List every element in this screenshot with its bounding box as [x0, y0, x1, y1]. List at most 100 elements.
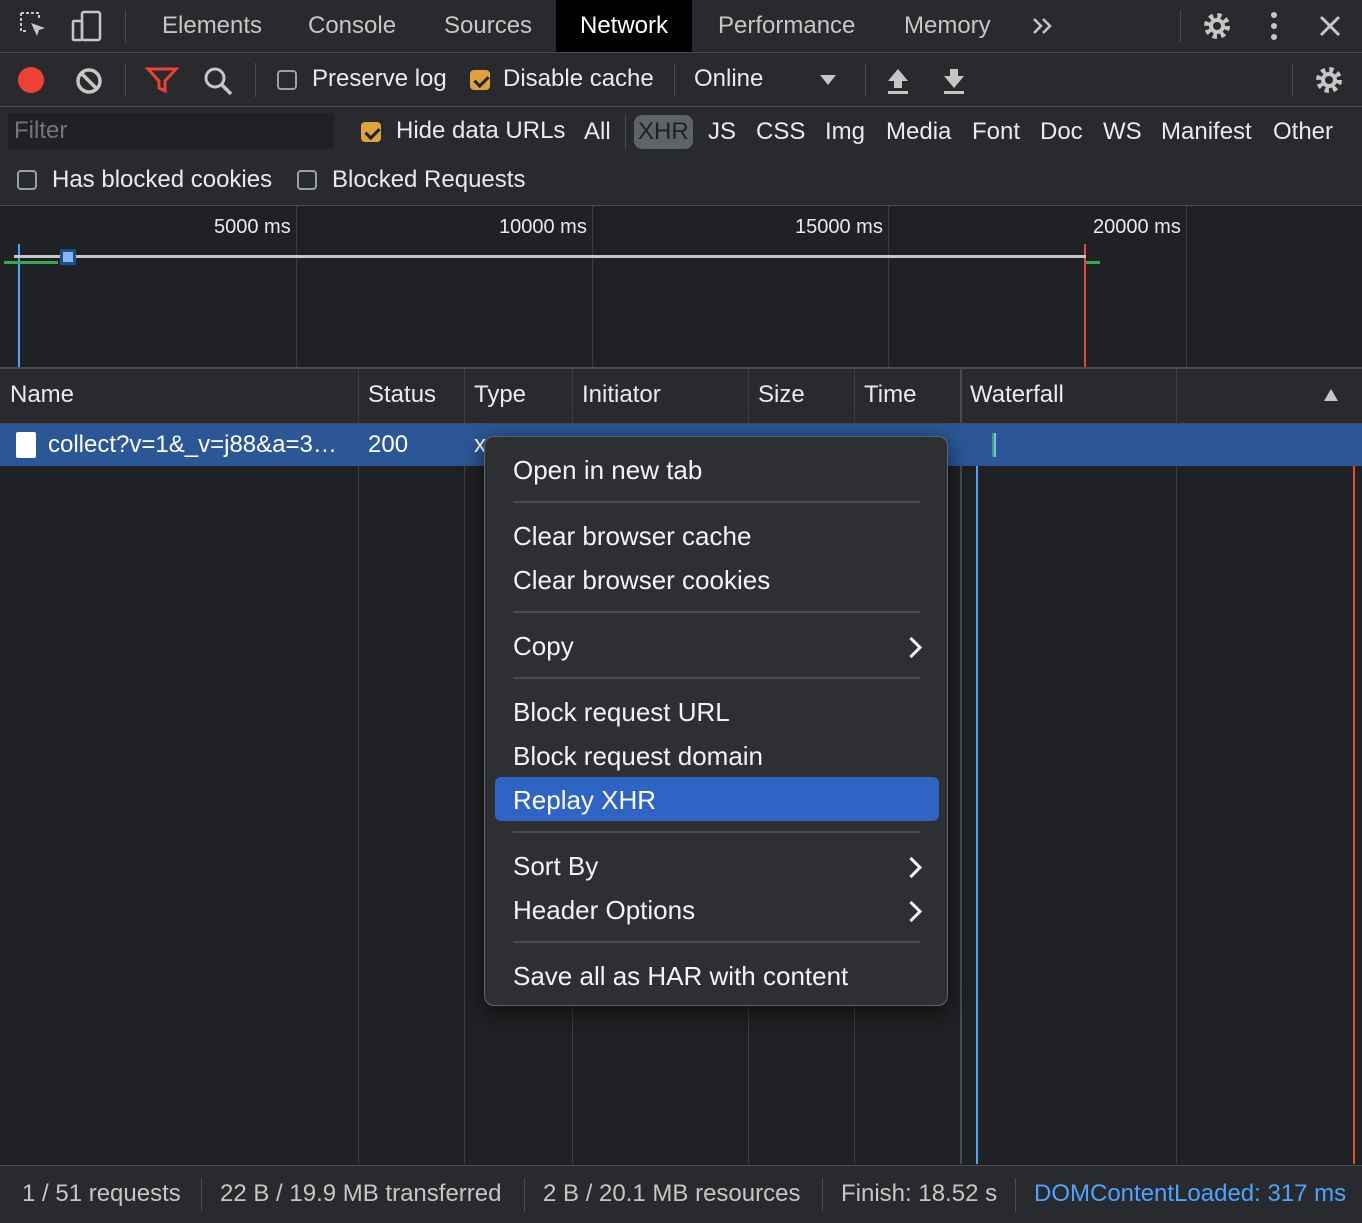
column-header-status[interactable]: Status: [368, 381, 436, 409]
divider: [822, 1178, 823, 1212]
type-filter-all[interactable]: All: [580, 115, 615, 149]
type-filter-js[interactable]: JS: [704, 115, 740, 149]
type-filter-other[interactable]: Other: [1269, 115, 1337, 149]
dom-content-loaded-time: DOMContentLoaded: 317 ms: [1034, 1180, 1347, 1207]
request-bar: [14, 255, 1086, 258]
tab-console[interactable]: Console: [284, 0, 420, 52]
inspect-element-icon[interactable]: [18, 10, 50, 42]
network-toolbar: Preserve log Disable cache Online: [0, 53, 1362, 107]
menu-item-replay-xhr[interactable]: Replay XHR: [513, 785, 656, 816]
divider: [125, 10, 126, 42]
overview-handle[interactable]: [60, 249, 76, 265]
filter-icon[interactable]: [145, 65, 179, 95]
grid-line: [592, 206, 593, 367]
type-filter-media[interactable]: Media: [882, 115, 955, 149]
request-bar-green: [4, 261, 58, 264]
divider: [255, 63, 256, 97]
tick-label: 15000 ms: [795, 216, 883, 238]
type-filter-font[interactable]: Font: [968, 115, 1024, 149]
preserve-log-label: Preserve log: [312, 65, 447, 92]
divider: [1180, 10, 1181, 42]
grid-line: [296, 206, 297, 367]
waterfall-load-marker: [1353, 424, 1355, 1164]
column-header-name[interactable]: Name: [10, 381, 74, 409]
has-blocked-cookies-checkbox[interactable]: [17, 170, 37, 190]
menu-separator: [513, 831, 920, 833]
resources-size: 2 B / 20.1 MB resources: [543, 1180, 801, 1207]
column-header-size[interactable]: Size: [758, 381, 805, 409]
disable-cache-label: Disable cache: [503, 65, 654, 92]
hide-data-urls-label: Hide data URLs: [396, 117, 566, 144]
type-filter-doc[interactable]: Doc: [1036, 115, 1087, 149]
column-divider: [960, 369, 962, 1164]
throttling-select[interactable]: Online: [694, 65, 763, 93]
menu-item-save-all-as-har[interactable]: Save all as HAR with content: [513, 961, 848, 992]
kebab-menu-icon[interactable]: [1264, 10, 1284, 42]
hide-data-urls-checkbox[interactable]: [361, 122, 381, 142]
tab-sources[interactable]: Sources: [420, 0, 556, 52]
preserve-log-checkbox[interactable]: [277, 70, 297, 90]
type-filter-css[interactable]: CSS: [752, 115, 809, 149]
column-header-initiator[interactable]: Initiator: [582, 381, 661, 409]
document-icon: [16, 432, 36, 458]
type-filter-ws[interactable]: WS: [1099, 115, 1146, 149]
request-status: 200: [368, 431, 409, 458]
menu-item-sort-by[interactable]: Sort By: [513, 851, 598, 882]
tick-label: 10000 ms: [499, 216, 587, 238]
column-header-waterfall[interactable]: Waterfall: [970, 381, 1064, 409]
divider: [524, 1178, 525, 1212]
tab-elements[interactable]: Elements: [138, 0, 286, 52]
menu-separator: [513, 677, 920, 679]
status-bar: 1 / 51 requests 22 B / 19.9 MB transferr…: [0, 1165, 1362, 1223]
divider: [1015, 1178, 1016, 1212]
context-menu: Open in new tab Clear browser cache Clea…: [484, 436, 948, 1006]
finish-time: Finish: 18.52 s: [841, 1180, 998, 1207]
table-header: Name Status Type Initiator Size Time Wat…: [0, 369, 1362, 424]
import-har-icon[interactable]: [884, 65, 912, 95]
type-filter-img[interactable]: Img: [821, 115, 869, 149]
settings-gear-icon[interactable]: [1200, 9, 1234, 43]
overview-timeline[interactable]: 5000 ms 10000 ms 15000 ms 20000 ms: [0, 206, 1362, 369]
menu-item-block-request-url[interactable]: Block request URL: [513, 697, 730, 728]
menu-item-clear-browser-cache[interactable]: Clear browser cache: [513, 521, 751, 552]
devtools-tab-bar: Elements Console Sources Network Perform…: [0, 0, 1362, 53]
sort-ascending-icon: [1324, 389, 1338, 401]
column-divider: [464, 369, 465, 1164]
menu-item-clear-browser-cookies[interactable]: Clear browser cookies: [513, 565, 770, 596]
tab-performance[interactable]: Performance: [694, 0, 879, 52]
tab-memory[interactable]: Memory: [880, 0, 1015, 52]
type-filter-xhr[interactable]: XHR: [634, 115, 693, 149]
divider: [674, 63, 675, 97]
network-settings-gear-icon[interactable]: [1312, 63, 1346, 97]
record-icon[interactable]: [16, 65, 46, 95]
request-bar-green: [1086, 261, 1100, 264]
waterfall-bar-receiving: [994, 433, 996, 457]
clear-icon[interactable]: [74, 66, 104, 96]
tab-network[interactable]: Network: [556, 0, 693, 52]
blocked-requests-checkbox[interactable]: [297, 170, 317, 190]
search-icon[interactable]: [202, 65, 234, 97]
menu-item-header-options[interactable]: Header Options: [513, 895, 695, 926]
filter-input[interactable]: [8, 113, 334, 149]
type-filter-manifest[interactable]: Manifest: [1157, 115, 1256, 149]
menu-item-copy[interactable]: Copy: [513, 631, 574, 662]
divider: [125, 63, 126, 97]
column-header-time[interactable]: Time: [864, 381, 916, 409]
export-har-icon[interactable]: [940, 65, 968, 95]
divider: [1292, 63, 1293, 97]
has-blocked-cookies-label: Has blocked cookies: [52, 166, 273, 193]
more-tabs-icon[interactable]: [1030, 14, 1056, 38]
chevron-right-icon: [900, 856, 923, 879]
disable-cache-checkbox[interactable]: [470, 70, 490, 90]
column-divider: [358, 369, 359, 1164]
tick-label: 5000 ms: [214, 216, 291, 238]
device-toolbar-icon[interactable]: [70, 9, 104, 43]
dropdown-arrow-icon: [820, 75, 836, 85]
menu-item-open-in-new-tab[interactable]: Open in new tab: [513, 455, 702, 486]
close-icon[interactable]: [1316, 12, 1344, 40]
waterfall-dcl-marker: [976, 424, 978, 1164]
menu-item-block-request-domain[interactable]: Block request domain: [513, 741, 763, 772]
divider: [201, 1178, 202, 1212]
column-header-type[interactable]: Type: [474, 381, 526, 409]
waterfall-grid-line: [1176, 369, 1177, 1164]
